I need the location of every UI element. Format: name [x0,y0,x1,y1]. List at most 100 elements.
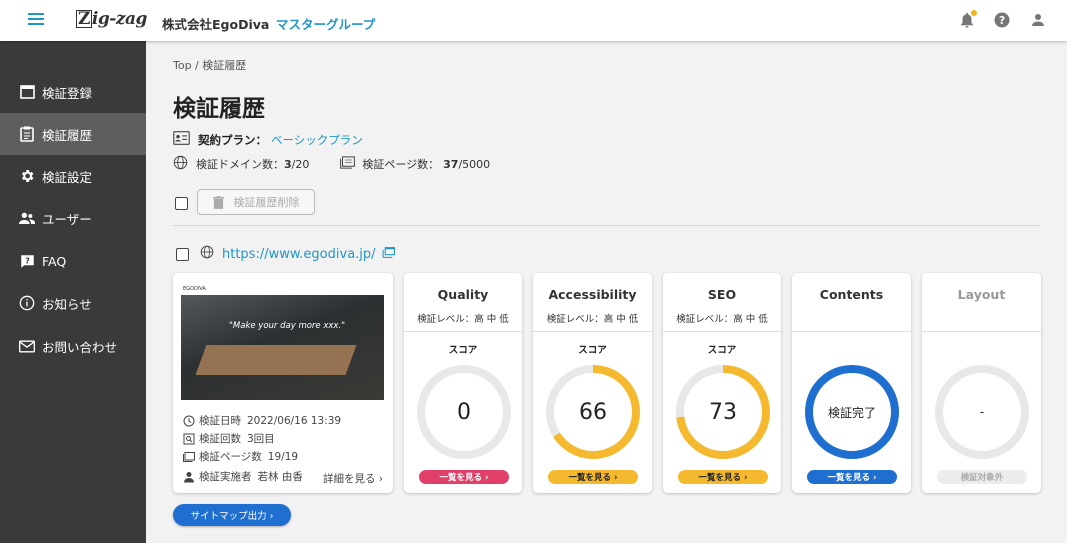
metric-level: 検証レベル：高 中 低 [546,314,639,325]
metric-card-seo: SEO 検証レベル：高 中 低 スコア 73 一覧を見る › [663,273,781,493]
score-label: スコア [707,345,737,356]
verify-pages-value: 19/19 [267,450,299,463]
metric-card-contents: Contents 検証完了 一覧を見る › [792,273,911,493]
verify-pages-row: 検証ページ数 19/19 [183,449,298,464]
score-value: - [979,405,985,419]
score-value: 0 [457,399,471,425]
search-count-icon [183,433,195,444]
site-thumbnail[interactable]: EGODIVA "Make your day more xxx." [181,285,384,400]
history-icon [19,126,35,142]
globe-icon [173,155,188,173]
domain-total: /20 [291,157,310,171]
metric-title: Contents [819,287,884,302]
mail-icon [19,338,35,354]
metric-title: Quality [437,287,489,302]
pages-total: /5000 [458,157,491,171]
metric-title: Accessibility [548,287,637,302]
domain-used: 3 [284,157,292,171]
view-list-button[interactable]: 一覧を見る › [548,470,638,484]
page-title: 検証履歴 [173,96,265,122]
delete-history-button[interactable]: 検証履歴削除 [197,189,315,215]
score-label: スコア [578,345,607,356]
domain-label: 検証ドメイン数： [196,158,284,171]
score-label: スコア [448,345,478,356]
metric-card-quality: Quality 検証レベル：高 中 低 スコア 0 一覧を見る › [404,273,522,493]
detail-link[interactable]: 詳細を見る › [323,471,383,486]
site-url-link[interactable]: https://www.egodiva.jp/ [222,247,376,262]
pages-label: 検証ページ数： [362,158,440,171]
register-icon [19,84,35,100]
sidebar-item-contact[interactable]: お問い合わせ [0,325,146,367]
globe-icon [200,245,214,263]
score-value: 73 [709,399,737,425]
score-gauge: 66 [544,363,642,461]
sidebar-item-label: お知らせ [42,296,92,312]
pages-icon [340,156,356,172]
app-logo[interactable]: Zig-zag [76,9,147,29]
operator-value: 若林 由香 [257,471,303,483]
person-icon [184,471,194,482]
view-list-button[interactable]: 一覧を見る › [807,470,897,484]
metric-level: 検証レベル：高 中 低 [676,314,768,325]
metric-card-accessibility: Accessibility 検証レベル：高 中 低 スコア 66 一覧を見る › [533,273,652,493]
breadcrumb[interactable]: Top / 検証履歴 [173,57,246,73]
open-new-window-icon[interactable] [382,246,395,262]
notification-dot [971,10,977,16]
sidebar-item-settings[interactable]: 検証設定 [0,155,146,197]
svg-text:?: ? [25,255,30,265]
view-list-button[interactable]: 一覧を見る › [419,470,509,484]
sidebar-item-history[interactable]: 検証履歴 [0,113,146,155]
delete-history-label: 検証履歴削除 [233,196,300,209]
pages-icon [183,451,195,462]
top-header: Zig-zag 株式会社EgoDiva マスターグループ ? [0,0,1067,41]
verify-date-value: 2022/06/16 13:39 [247,414,342,427]
score-value: 66 [579,399,607,425]
plan-card-icon [173,131,190,148]
bell-icon[interactable] [958,10,977,29]
sidebar-item-users[interactable]: ユーザー [0,197,146,239]
pages-used: 37 [443,157,459,171]
sidebar-item-label: ユーザー [42,211,92,227]
menu-icon[interactable] [28,13,44,27]
clock-icon [183,415,195,426]
sidebar-item-label: 検証設定 [42,169,93,185]
sidebar-item-label: 検証登録 [42,85,93,101]
site-summary-card: EGODIVA "Make your day more xxx." 検証日時 2… [173,273,393,493]
sidebar-item-register[interactable]: 検証登録 [0,71,146,113]
sidebar-item-news[interactable]: お知らせ [0,282,146,324]
users-icon [19,210,35,226]
sidebar-item-label: 検証履歴 [42,127,93,143]
company-name: 株式会社EgoDiva [162,17,270,32]
view-list-button[interactable]: 一覧を見る › [678,470,768,484]
group-name[interactable]: マスターグループ [276,14,375,33]
score-gauge: 73 [674,363,772,461]
score-gauge: 0 [415,363,513,461]
verify-count-label: 検証回数 [199,433,241,445]
svg-text:?: ? [999,15,1005,27]
score-gauge: - [933,363,1031,461]
verify-count-row: 検証回数 3回目 [183,431,275,446]
verify-date-label: 検証日時 [199,415,241,427]
trash-icon [212,195,224,209]
status-value: 検証完了 [827,405,876,420]
account-icon[interactable] [1029,11,1047,29]
sidebar: 検証登録 検証履歴 検証設定 ユーザー ? FAQ お知らせ お問い合わせ [0,41,146,543]
help-icon[interactable]: ? [993,11,1011,29]
site-checkbox[interactable] [176,247,189,261]
select-all-checkbox[interactable] [175,197,188,210]
thumbnail-tagline: "Make your day more xxx." [229,321,346,331]
sidebar-item-label: FAQ [42,253,67,269]
gear-icon [19,168,35,184]
metric-title: Layout [957,287,1006,302]
operator-row: 検証実施者 若林 由香 [183,469,303,484]
divider [173,225,1041,226]
sitemap-export-button[interactable]: サイトマップ出力 › [173,504,291,526]
sidebar-item-faq[interactable]: ? FAQ [0,240,146,282]
operator-label: 検証実施者 [199,471,252,483]
sidebar-item-label: お問い合わせ [42,339,118,355]
verify-date-row: 検証日時 2022/06/16 13:39 [183,413,341,428]
verify-pages-label: 検証ページ数 [199,451,262,463]
verify-count-value: 3回目 [247,433,275,445]
plan-label: 契約プラン： [198,132,267,147]
plan-value[interactable]: ベーシックプラン [271,132,363,148]
